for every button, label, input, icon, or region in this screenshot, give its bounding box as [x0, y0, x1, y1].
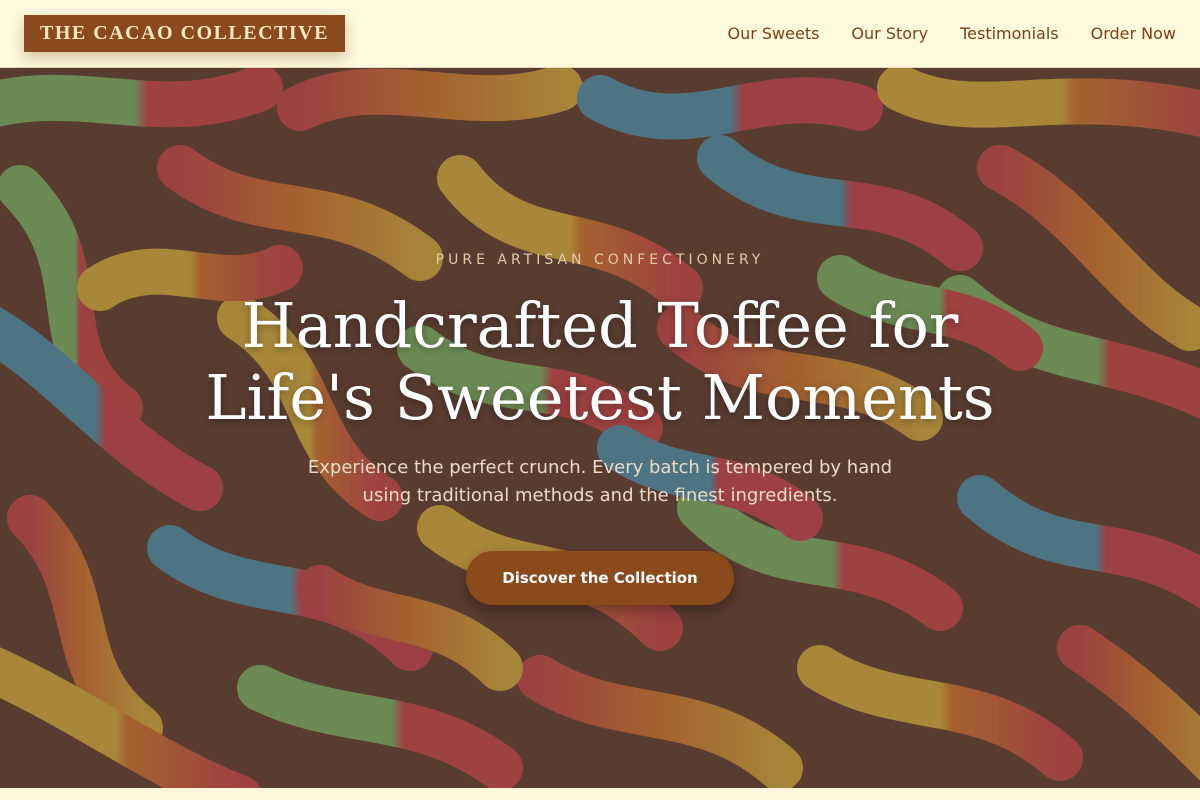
hero-headline-line-1: Handcrafted Toffee for	[241, 289, 959, 362]
site-logo[interactable]: THE CACAO COLLECTIVE	[24, 15, 345, 52]
discover-collection-button[interactable]: Discover the Collection	[466, 551, 734, 605]
page-bottom-strip	[0, 788, 1200, 800]
nav-link-our-story[interactable]: Our Story	[851, 24, 928, 43]
hero-subtext-line-2: using traditional methods and the finest…	[362, 485, 838, 506]
hero-headline-line-2: Life's Sweetest Moments	[205, 361, 995, 434]
nav-link-our-sweets[interactable]: Our Sweets	[727, 24, 819, 43]
hero-content: PURE ARTISAN CONFECTIONERY Handcrafted T…	[0, 68, 1200, 788]
main-nav: Our Sweets Our Story Testimonials Order …	[727, 24, 1176, 43]
hero-eyebrow: PURE ARTISAN CONFECTIONERY	[435, 252, 765, 268]
hero-subtext: Experience the perfect crunch. Every bat…	[270, 454, 930, 510]
nav-link-order-now[interactable]: Order Now	[1091, 24, 1176, 43]
hero-subtext-line-1: Experience the perfect crunch. Every bat…	[307, 457, 893, 478]
hero-headline: Handcrafted Toffee for Life's Sweetest M…	[0, 290, 1200, 434]
hero-section: PURE ARTISAN CONFECTIONERY Handcrafted T…	[0, 68, 1200, 788]
site-header: THE CACAO COLLECTIVE Our Sweets Our Stor…	[0, 0, 1200, 68]
nav-link-testimonials[interactable]: Testimonials	[960, 24, 1059, 43]
